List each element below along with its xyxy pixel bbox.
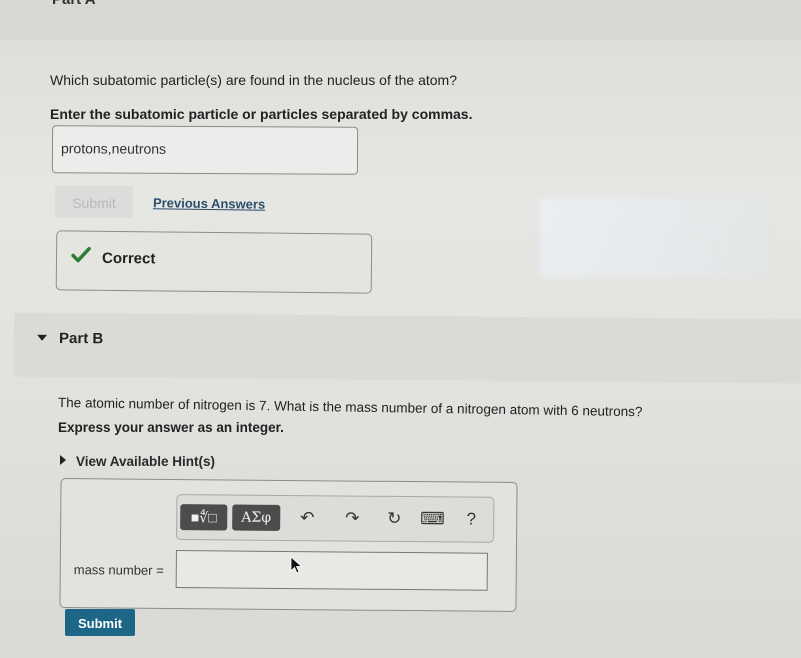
mouse-cursor-icon [290,556,303,574]
previous-answers-link[interactable]: Previous Answers [153,195,265,212]
undo-icon[interactable]: ↶ [295,506,319,530]
templates-button[interactable]: ■∜□ [180,504,228,531]
hint-label: View Available Hint(s) [76,454,216,469]
answer-panel: ■∜□ ΑΣφ ↶ ↷ ↻ ⌨ ? mass number = [59,478,518,612]
math-toolbar: ■∜□ ΑΣφ ↶ ↷ ↻ ⌨ ? [176,494,495,543]
feedback-correct-box: Correct [55,230,373,294]
help-icon[interactable]: ? [459,507,483,531]
checkmark-icon [71,246,91,263]
caret-right-icon [60,455,66,465]
part-a-title: Part A [52,0,96,8]
part-b-title: Part B [58,329,104,348]
greek-symbols-button[interactable]: ΑΣφ [232,504,281,531]
part-b-question: The atomic number of nitrogen is 7. What… [57,395,643,420]
mass-number-label: mass number = [73,562,164,578]
background-window-reflection [540,198,770,278]
part-b-submit-button[interactable]: Submit [65,609,135,636]
reset-icon[interactable]: ↻ [382,507,406,531]
part-a-instruction: Enter the subatomic particle or particle… [50,106,473,122]
view-hints-toggle[interactable]: View Available Hint(s) [60,454,215,469]
part-a-answer-input[interactable]: protons,neutrons [51,125,359,175]
part-a-header[interactable]: Part A [0,0,801,40]
mass-number-input[interactable] [175,550,488,591]
caret-down-icon[interactable] [37,334,48,341]
redo-icon[interactable]: ↷ [340,506,364,530]
feedback-label: Correct [101,249,156,268]
part-a-submit-button[interactable]: Submit [55,186,133,218]
part-b-header[interactable]: Part B [13,312,801,384]
part-a-question: Which subatomic particle(s) are found in… [50,72,457,88]
keyboard-icon[interactable]: ⌨ [420,507,445,531]
part-b-instruction: Express your answer as an integer. [58,420,284,435]
